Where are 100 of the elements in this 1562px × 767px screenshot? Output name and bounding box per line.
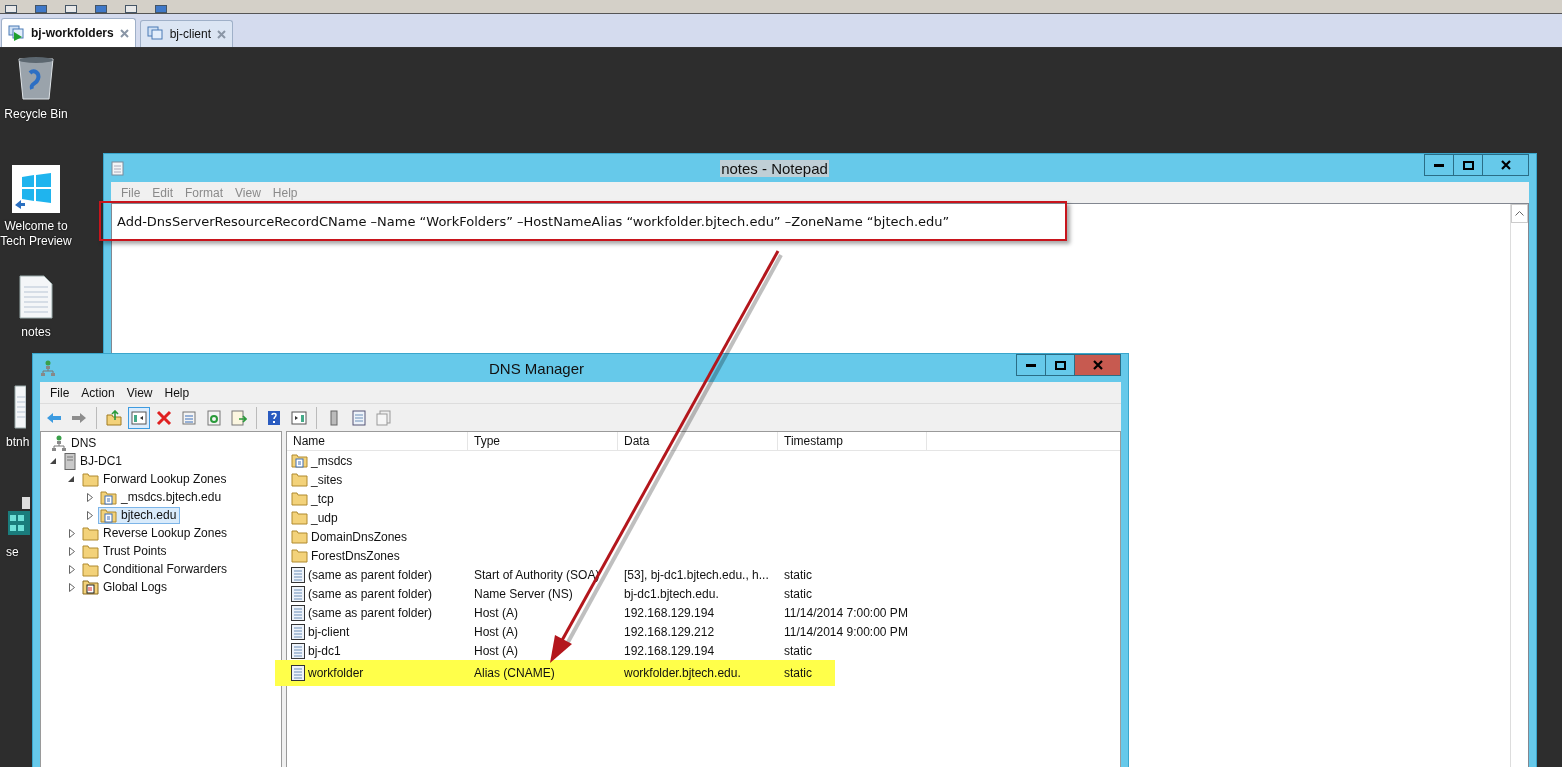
delete-icon [156, 409, 172, 426]
panel-icon [291, 409, 307, 426]
record-icon [291, 566, 305, 583]
window-title: DNS Manager [487, 359, 585, 377]
table-cell-text: 192.168.129.194 [623, 643, 716, 658]
zone-icon [100, 507, 117, 523]
folder-icon [82, 525, 99, 541]
close-button[interactable] [1074, 354, 1121, 376]
table-cell-text: bj-dc1.bjtech.edu. [623, 586, 720, 601]
table-cell-text: static [783, 643, 812, 658]
table-cell[interactable]: (same as parent folder) [287, 585, 468, 602]
desktop-icon-label[interactable]: Recycle Bin [0, 107, 74, 122]
table-cell-text: 11/14/2014 9:00:00 PM [783, 624, 908, 639]
tree-item[interactable]: Global Logs [80, 578, 172, 596]
desktop-icon-label[interactable]: se [6, 545, 19, 560]
tree-item[interactable]: Trust Points [80, 542, 171, 560]
tree-item[interactable]: BJ-DC1 [62, 452, 126, 470]
vm-tab[interactable]: bj-client [139, 20, 234, 47]
help-icon [266, 409, 282, 426]
column-header[interactable]: Timestamp [778, 432, 927, 450]
table-cell[interactable]: ForestDnsZones [287, 548, 468, 563]
table-cell[interactable]: _sites [287, 472, 468, 487]
table-cell-text: Host (A) [473, 643, 519, 658]
table-cell[interactable]: (same as parent folder) [287, 604, 468, 621]
scrollbar[interactable] [1510, 204, 1528, 767]
record-icon [291, 623, 305, 640]
column-header[interactable]: Name [287, 432, 468, 450]
table-cell-text: Alias (CNAME) [473, 666, 556, 680]
table-cell-text: workfolder.bjtech.edu. [623, 666, 742, 680]
zone-icon [100, 489, 117, 505]
toolbar-icon[interactable] [125, 5, 137, 13]
desktop-icon-label[interactable]: notes [0, 325, 74, 340]
menu-item[interactable]: Help [158, 385, 196, 400]
maximize-button[interactable] [1453, 154, 1483, 176]
tree-item[interactable]: bjtech.edu [98, 506, 181, 524]
minimize-button[interactable] [1424, 154, 1454, 176]
scroll-up-icon[interactable] [1515, 211, 1524, 216]
folder-icon [291, 529, 308, 544]
minimize-button[interactable] [1016, 354, 1046, 376]
table-cell[interactable]: workfolder [287, 665, 468, 681]
maximize-icon [1462, 160, 1474, 170]
table-cell[interactable]: (same as parent folder) [287, 566, 468, 583]
tree-item[interactable]: _msdcs.bjtech.edu [98, 488, 226, 506]
folder-icon [291, 548, 308, 563]
menu-item[interactable]: Action [75, 385, 121, 400]
table-cell-text: static [783, 567, 812, 582]
refresh-icon [206, 409, 222, 426]
desktop-icon-label[interactable]: btnh [6, 435, 30, 450]
tree-item[interactable]: Reverse Lookup Zones [80, 524, 232, 542]
window-title: notes - Notepad [720, 159, 829, 177]
folder-up-icon [106, 409, 122, 426]
toolbar-icon[interactable] [65, 5, 77, 13]
collapse-icon[interactable] [50, 457, 57, 465]
properties-icon [181, 409, 197, 426]
menu-item[interactable]: File [44, 385, 76, 400]
console-tree-button[interactable] [128, 406, 150, 429]
record-icon [291, 642, 305, 659]
tree-item[interactable]: DNS [49, 434, 101, 452]
recycle-bin-icon[interactable] [16, 55, 56, 101]
network-icon [51, 434, 67, 452]
table-cell[interactable]: bj-dc1 [287, 642, 468, 659]
close-button[interactable] [1482, 154, 1529, 176]
tree-item[interactable]: Conditional Forwarders [80, 560, 232, 578]
close-icon[interactable] [119, 28, 129, 38]
menu-item[interactable]: View [120, 385, 159, 400]
record-icon [291, 665, 305, 681]
folder-icon [291, 491, 308, 506]
record-icon [291, 585, 305, 602]
tree-item[interactable]: Forward Lookup Zones [80, 470, 231, 488]
folder-icon [82, 561, 99, 577]
folder-icon [82, 543, 99, 559]
network-icon [40, 359, 56, 377]
record-icon [291, 604, 305, 621]
table-cell[interactable]: _udp [287, 510, 468, 525]
export-icon [231, 409, 247, 426]
table-cell-text: [53], bj-dc1.bjtech.edu., h... [623, 567, 770, 582]
maximize-icon [1054, 360, 1066, 370]
toolbar-icon[interactable] [5, 5, 17, 13]
table-cell[interactable]: bj-client [287, 623, 468, 640]
vm-icon [8, 25, 25, 41]
table-cell[interactable]: _tcp [287, 491, 468, 506]
desktop-icon-label[interactable]: Welcome to Tech Preview [0, 219, 74, 249]
minimize-icon [1026, 363, 1036, 367]
table-cell-text: Name Server (NS) [473, 586, 574, 601]
column-header[interactable]: Type [468, 432, 618, 450]
column-header[interactable]: Data [618, 432, 778, 450]
collapse-icon[interactable] [68, 475, 75, 483]
table-cell-text: static [783, 586, 812, 601]
vm-tab[interactable]: bj-workfolders [1, 18, 136, 47]
minimize-icon [1434, 163, 1444, 167]
table-cell-text: Host (A) [473, 624, 519, 639]
vm-icon [146, 26, 164, 42]
close-icon [1092, 360, 1103, 370]
table-cell-text: 11/14/2014 7:00:00 PM [783, 605, 908, 620]
table-cell[interactable]: DomainDnsZones [287, 529, 468, 544]
log-icon [82, 579, 99, 595]
text-file-icon[interactable] [19, 275, 53, 319]
command-text: Add-DnsServerResourceRecordCName –Name “WorkFolders” –HostNameAlias “workfolder.bjtech.edu” –ZoneName “bjtech.edu” [117, 213, 950, 229]
table-cell[interactable]: _msdcs [287, 453, 468, 468]
folder-icon [82, 471, 99, 487]
